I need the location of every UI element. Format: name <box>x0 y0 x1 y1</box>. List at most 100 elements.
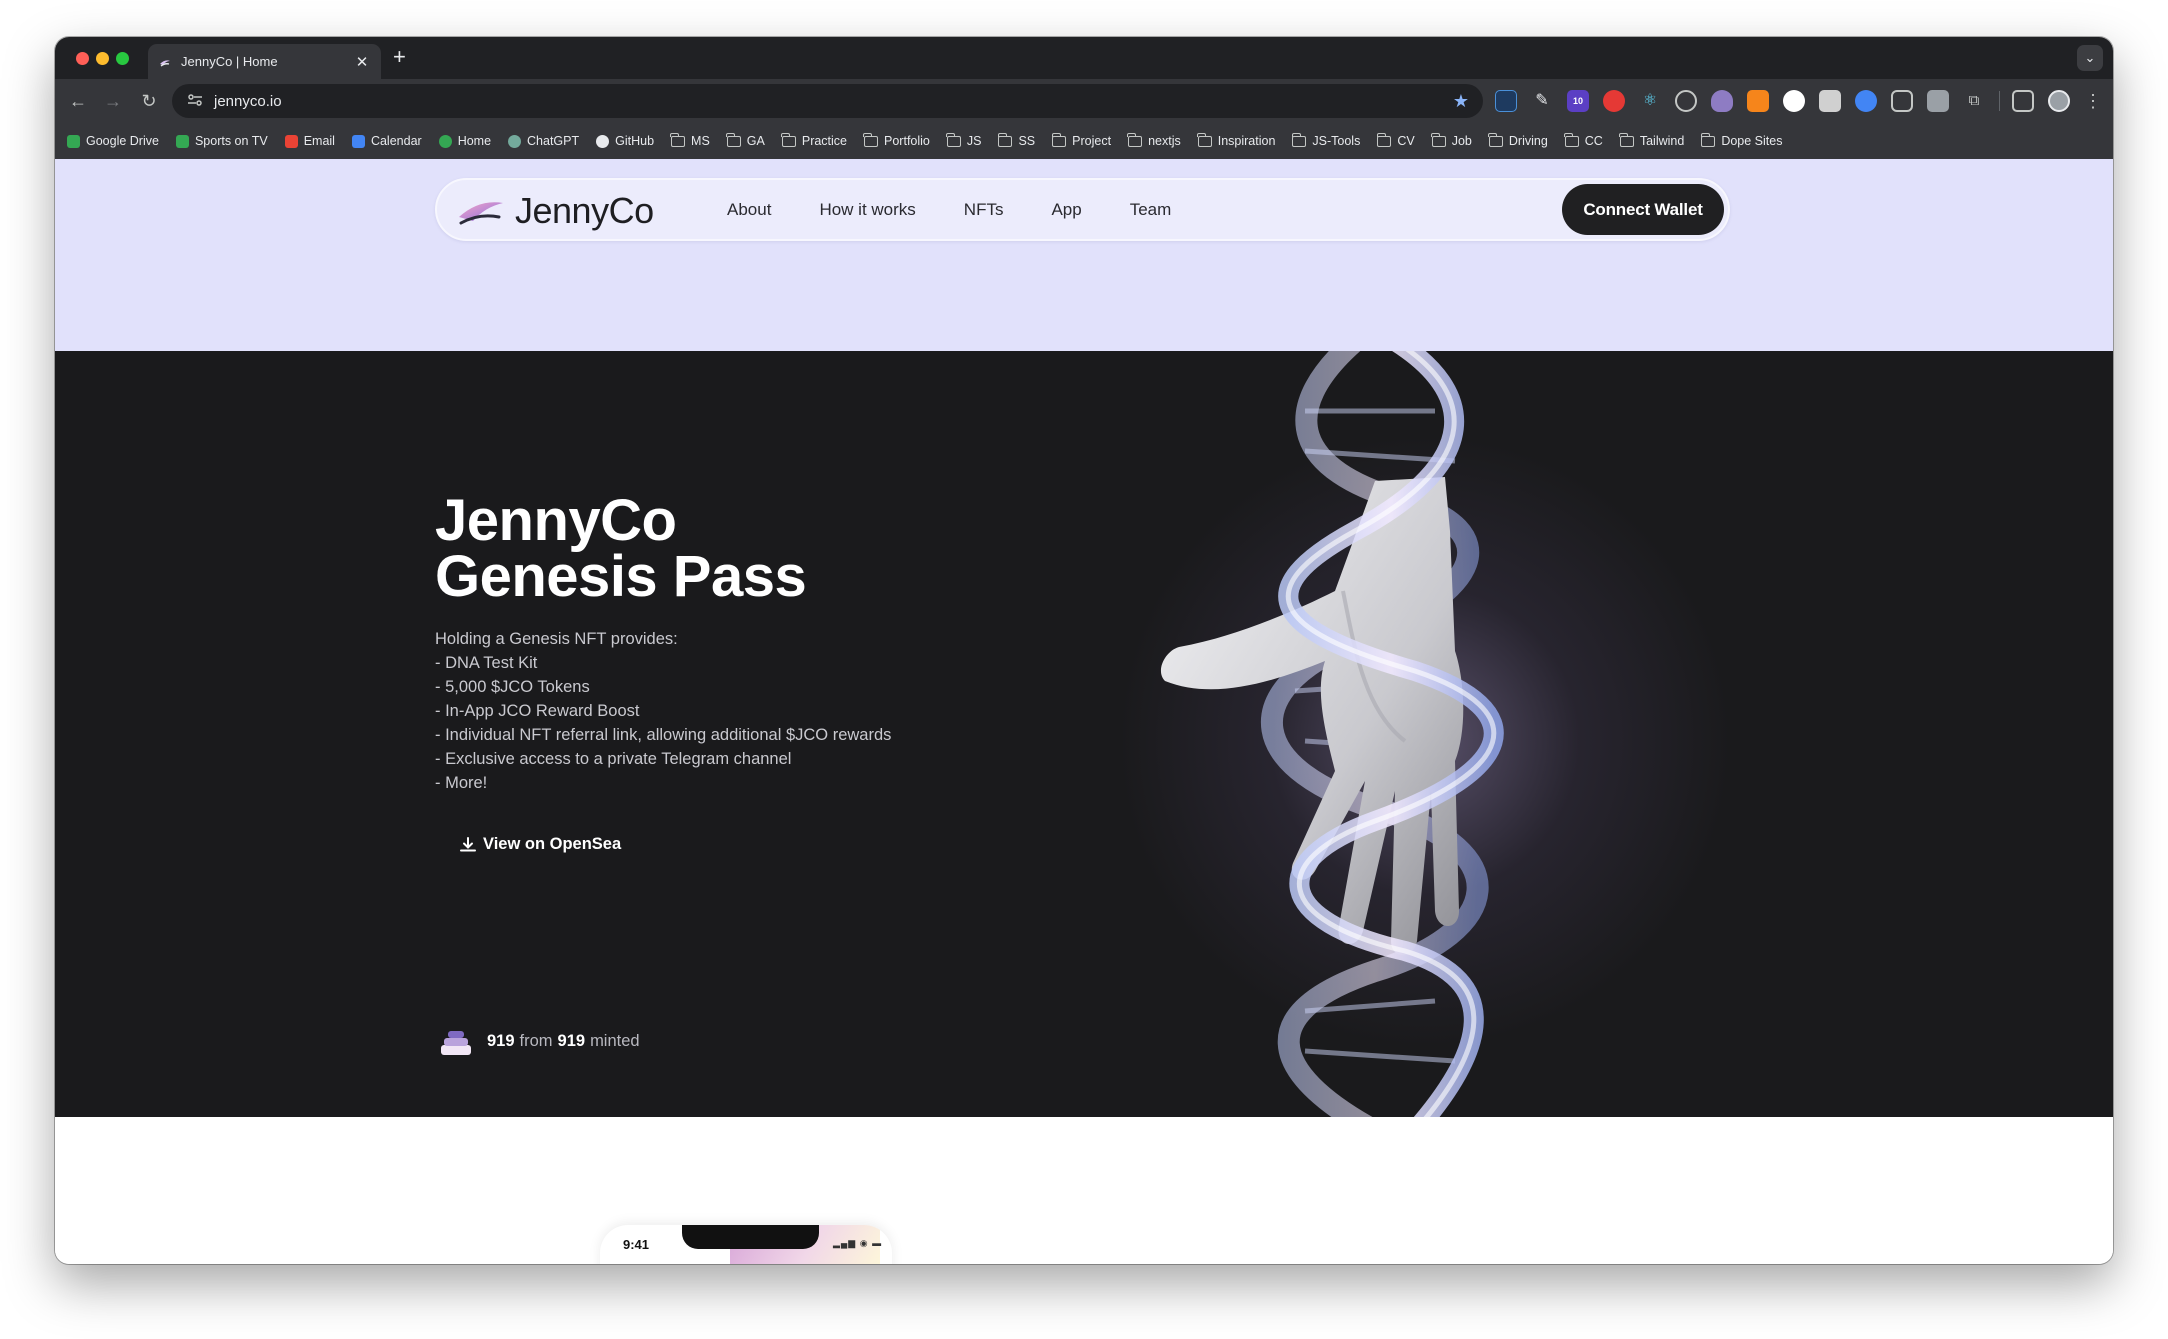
folder-icon <box>670 132 686 147</box>
extension-cloud-icon[interactable] <box>1711 90 1733 112</box>
bookmark-inspiration[interactable]: Inspiration <box>1197 132 1276 148</box>
benefit-item: - 5,000 $JCO Tokens <box>435 678 590 696</box>
benefit-item: - DNA Test Kit <box>435 654 538 672</box>
extension-circle-icon[interactable] <box>1675 90 1697 112</box>
bookmark-ga[interactable]: GA <box>726 132 765 148</box>
bookmark-calendar[interactable]: Calendar <box>351 134 422 148</box>
nav-team[interactable]: Team <box>1130 200 1172 220</box>
bookmark-ss[interactable]: SS <box>997 132 1035 148</box>
bookmark-js-tools[interactable]: JS-Tools <box>1291 132 1360 148</box>
folder-icon <box>1619 132 1634 147</box>
nav-how-it-works[interactable]: How it works <box>819 200 915 220</box>
minted-count: 919 <box>487 1031 515 1050</box>
bookmark-ms[interactable]: MS <box>670 132 710 148</box>
extension-eyedropper-icon[interactable]: ✎ <box>1531 90 1553 112</box>
layer-stack-icon <box>441 1031 471 1055</box>
connect-wallet-button[interactable]: Connect Wallet <box>1562 184 1724 235</box>
bookmark-label: nextjs <box>1148 134 1181 148</box>
bookmark-cc[interactable]: CC <box>1564 132 1603 148</box>
bookmark-email[interactable]: Email <box>284 134 335 148</box>
folder-icon <box>946 132 961 147</box>
back-arrow-icon[interactable]: ← <box>66 89 90 113</box>
minimize-window-button[interactable] <box>96 52 109 65</box>
site-settings-icon[interactable] <box>180 93 210 110</box>
tab-close-icon[interactable]: ✕ <box>353 53 371 71</box>
tab-search-button[interactable]: ⌄ <box>2077 45 2103 71</box>
header-section: JennyCo About How it works NFTs App Team… <box>55 159 2113 351</box>
bookmark-google-drive[interactable]: Google Drive <box>67 134 159 148</box>
bookmark-home[interactable]: Home <box>438 134 491 148</box>
nav-links: About How it works NFTs App Team <box>727 180 1219 239</box>
screenshot-extension-icon[interactable] <box>1927 90 1949 112</box>
folder-icon <box>781 132 796 147</box>
benefit-item: - In-App JCO Reward Boost <box>435 702 640 720</box>
extension-capture-icon[interactable] <box>1495 90 1517 112</box>
browser-tab[interactable]: JennyCo | Home ✕ <box>148 44 381 79</box>
extension-white-icon[interactable] <box>1783 90 1805 112</box>
extension-red-icon[interactable] <box>1603 90 1625 112</box>
hero-title-line-1: JennyCo <box>435 488 677 553</box>
bookmark-js[interactable]: JS <box>946 132 981 148</box>
bookmark-github[interactable]: GitHub <box>596 134 654 148</box>
bookmark-portfolio[interactable]: Portfolio <box>863 132 930 148</box>
folder-icon <box>1488 132 1503 147</box>
jennyco-logo-icon <box>459 202 503 225</box>
hero-title: JennyCo Genesis Pass <box>435 488 1035 606</box>
jennyco-logo[interactable]: JennyCo <box>455 190 654 231</box>
browser-toolbar: ← → ↻ jennyco.io ★ ✎ 10 ⚛ ⧉ ⋮ <box>55 79 2113 123</box>
bookmark-project[interactable]: Project <box>1051 132 1111 148</box>
benefits-intro: Holding a Genesis NFT provides: <box>435 630 678 648</box>
bookmark-driving[interactable]: Driving <box>1488 132 1548 148</box>
bookmark-sports-on-tv[interactable]: Sports on TV <box>175 134 268 148</box>
side-panel-icon[interactable] <box>2012 90 2034 112</box>
minted-from: from <box>519 1031 553 1050</box>
metamask-fox-icon[interactable] <box>1747 90 1769 112</box>
address-bar[interactable]: jennyco.io ★ <box>172 84 1483 118</box>
maps-pin-icon <box>438 134 452 148</box>
bookmark-practice[interactable]: Practice <box>781 132 847 148</box>
folder-icon <box>997 132 1013 147</box>
bookmark-chatgpt[interactable]: ChatGPT <box>508 134 579 148</box>
puzzle-extensions-icon[interactable]: ⧉ <box>1963 90 1985 112</box>
bookmark-cv[interactable]: CV <box>1376 132 1415 148</box>
bookmark-tailwind[interactable]: Tailwind <box>1619 132 1684 148</box>
bookmark-star-icon[interactable]: ★ <box>1453 91 1469 112</box>
benefit-item: - Exclusive access to a private Telegram… <box>435 750 792 768</box>
gmail-icon <box>284 134 298 148</box>
app-preview-section: 9:41 ▂▄▆ ◉ ▬ <box>55 1117 2113 1264</box>
nav-nfts[interactable]: NFTs <box>964 200 1004 220</box>
extension-badge-icon[interactable]: 10 <box>1567 90 1589 112</box>
bookmark-label: Dope Sites <box>1721 134 1783 148</box>
react-devtools-icon[interactable]: ⚛ <box>1639 90 1661 112</box>
zoom-window-button[interactable] <box>116 52 129 65</box>
bookmark-job[interactable]: Job <box>1431 132 1472 148</box>
extension-grammar-icon[interactable] <box>1891 90 1913 112</box>
extension-blue-icon[interactable] <box>1855 90 1877 112</box>
view-on-opensea-button[interactable]: View on OpenSea <box>459 835 621 854</box>
bookmark-label: CC <box>1584 134 1603 148</box>
genesis-pass-hero: JennyCo Genesis Pass Holding a Genesis N… <box>55 351 2113 1117</box>
logo-text: JennyCo <box>515 190 654 231</box>
url-text: jennyco.io <box>214 92 282 110</box>
reload-icon[interactable]: ↻ <box>137 89 161 113</box>
profile-avatar[interactable] <box>2048 90 2070 112</box>
benefit-item: - More! <box>435 774 488 792</box>
folder-icon <box>1197 132 1212 147</box>
nav-app[interactable]: App <box>1051 200 1081 220</box>
bookmark-label: Inspiration <box>1217 134 1276 148</box>
minted-counter: 919 from 919 minted <box>439 1024 645 1058</box>
more-menu-icon[interactable]: ⋮ <box>2084 91 2102 112</box>
phone-notch <box>682 1225 819 1249</box>
forward-arrow-icon[interactable]: → <box>101 89 125 113</box>
extension-gray-icon[interactable] <box>1819 90 1841 112</box>
bookmark-dope-sites[interactable]: Dope Sites <box>1700 132 1783 148</box>
bookmark-label: Job <box>1451 134 1472 148</box>
folder-icon <box>863 132 879 147</box>
close-window-button[interactable] <box>76 52 89 65</box>
calendar-icon <box>351 134 365 148</box>
nav-about[interactable]: About <box>727 200 771 220</box>
folder-icon <box>1376 132 1392 147</box>
new-tab-button[interactable]: + <box>393 46 406 68</box>
bookmark-nextjs[interactable]: nextjs <box>1127 132 1181 148</box>
bookmark-label: ChatGPT <box>527 134 580 148</box>
